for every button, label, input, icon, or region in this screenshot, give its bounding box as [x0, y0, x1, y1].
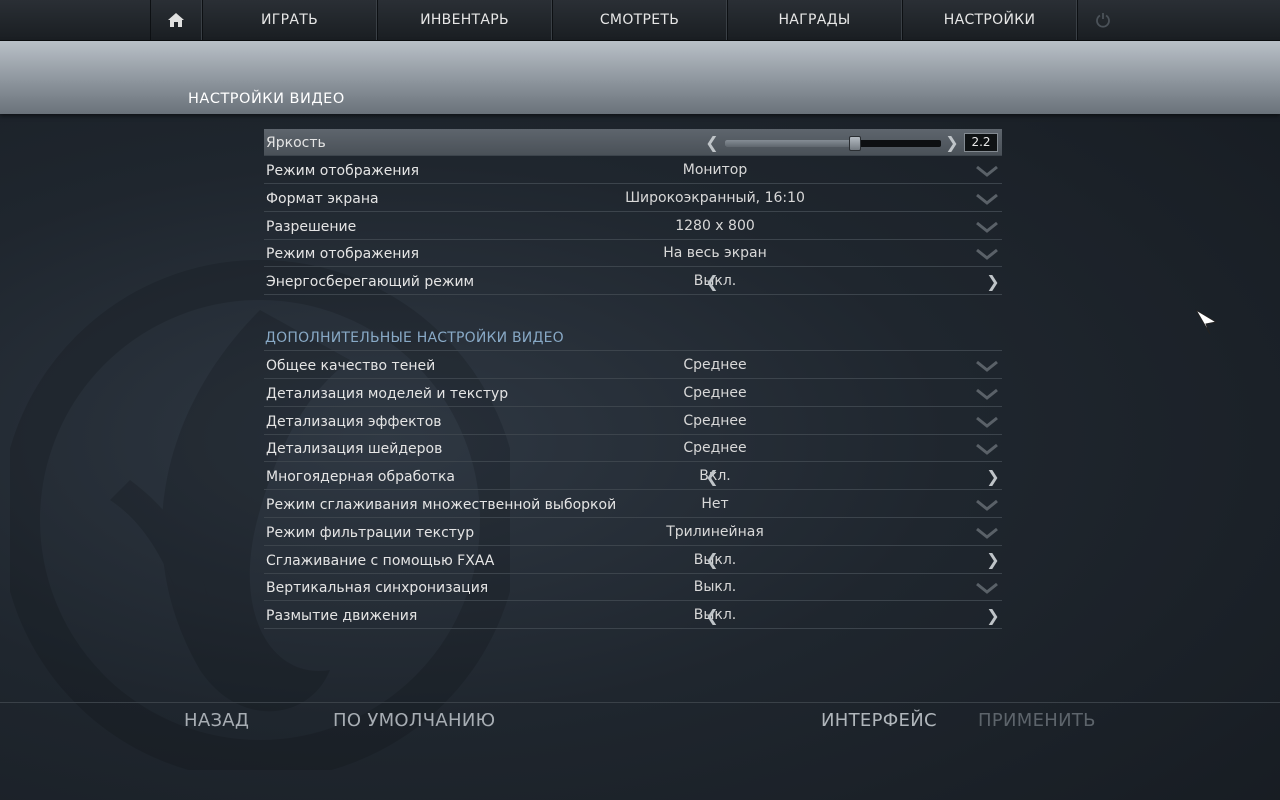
interface-button[interactable]: ИНТЕРФЕЙС: [821, 710, 937, 731]
chevron-right-icon[interactable]: ❯: [986, 550, 1000, 569]
advanced-setting-value: Трилинейная: [666, 523, 764, 540]
nav-power[interactable]: [1077, 0, 1127, 40]
advanced-setting-row[interactable]: Режим сглаживания множественной выборкой…: [264, 491, 1002, 518]
advanced-setting-label: Режим фильтрации текстур: [266, 524, 475, 541]
top-navigation: ИГРАТЬ ИНВЕНТАРЬ СМОТРЕТЬ НАГРАДЫ НАСТРО…: [0, 0, 1280, 41]
brightness-increase-arrow-icon[interactable]: ❯: [945, 133, 959, 152]
chevron-left-icon[interactable]: ❮: [705, 272, 719, 291]
advanced-setting-row[interactable]: Общее качество теней Среднее: [264, 352, 1002, 379]
advanced-setting-label: Размытие движения: [266, 608, 418, 625]
video-setting-value: 1280 x 800: [675, 217, 755, 234]
video-setting-value: Широкоэкранный, 16:10: [625, 189, 805, 206]
advanced-setting-label: Многоядерная обработка: [266, 469, 455, 486]
advanced-setting-row[interactable]: Детализация шейдеров Среднее: [264, 435, 1002, 463]
brightness-slider-fill: [725, 140, 855, 147]
nav-watch[interactable]: СМОТРЕТЬ: [552, 0, 727, 40]
advanced-setting-label: Детализация эффектов: [266, 413, 442, 430]
brightness-decrease-arrow-icon[interactable]: ❮: [705, 133, 719, 152]
chevron-left-icon[interactable]: ❮: [705, 606, 719, 625]
page-title: НАСТРОЙКИ ВИДЕО: [188, 91, 345, 107]
chevron-right-icon[interactable]: ❯: [986, 467, 1000, 486]
advanced-setting-label: Детализация моделей и текстур: [266, 385, 509, 402]
advanced-setting-label: Вертикальная синхронизация: [266, 580, 489, 597]
chevron-down-icon[interactable]: [976, 443, 998, 456]
advanced-setting-row[interactable]: Сглаживание с помощью FXAA Выкл. ❮ ❯: [264, 547, 1002, 574]
video-setting-row[interactable]: Режим отображения На весь экран: [264, 240, 1002, 268]
video-setting-label: Энергосберегающий режим: [266, 274, 475, 291]
nav-inventory[interactable]: ИНВЕНТАРЬ: [377, 0, 552, 40]
brightness-row[interactable]: Яркость ❮ ❯ 2.2: [264, 129, 1002, 156]
section-divider: [264, 350, 1002, 351]
nav-settings[interactable]: НАСТРОЙКИ: [902, 0, 1077, 40]
chevron-down-icon[interactable]: [976, 193, 998, 205]
brightness-value: 2.2: [964, 133, 998, 152]
brightness-slider-thumb[interactable]: [848, 136, 861, 151]
apply-button[interactable]: ПРИМЕНИТЬ: [978, 710, 1096, 731]
video-setting-value: Монитор: [682, 162, 748, 178]
nav-awards[interactable]: НАГРАДЫ: [727, 0, 902, 40]
advanced-setting-row[interactable]: Детализация моделей и текстур Среднее: [264, 380, 1002, 407]
defaults-button[interactable]: ПО УМОЛЧАНИЮ: [333, 710, 495, 731]
video-setting-label: Режим отображения: [266, 246, 420, 263]
video-setting-row[interactable]: Энергосберегающий режим Выкл. ❮ ❯: [264, 268, 1002, 296]
chevron-down-icon[interactable]: [976, 582, 998, 595]
advanced-setting-label: Режим сглаживания множественной выборкой: [266, 497, 617, 513]
chevron-right-icon[interactable]: ❯: [986, 606, 1000, 625]
footer-divider: [0, 702, 1280, 703]
chevron-right-icon[interactable]: ❯: [986, 272, 1000, 291]
brightness-label: Яркость: [266, 135, 326, 151]
advanced-section-title: ДОПОЛНИТЕЛЬНЫЕ НАСТРОЙКИ ВИДЕО: [265, 330, 564, 346]
advanced-setting-row[interactable]: Детализация эффектов Среднее: [264, 408, 1002, 435]
advanced-setting-value: Среднее: [683, 412, 747, 429]
advanced-setting-row[interactable]: Режим фильтрации текстур Трилинейная: [264, 519, 1002, 546]
nav-play[interactable]: ИГРАТЬ: [202, 0, 377, 40]
chevron-down-icon[interactable]: [976, 360, 998, 372]
chevron-down-icon[interactable]: [976, 527, 998, 539]
video-setting-value: На весь экран: [663, 245, 767, 262]
power-icon: [1095, 13, 1110, 28]
mouse-cursor-icon: [1195, 309, 1218, 335]
advanced-setting-row[interactable]: Многоядерная обработка Вкл. ❮ ❯: [264, 463, 1002, 491]
advanced-setting-value: Выкл.: [693, 579, 737, 596]
advanced-setting-value: Нет: [701, 496, 729, 512]
advanced-setting-label: Детализация шейдеров: [266, 441, 443, 458]
video-setting-row[interactable]: Режим отображения Монитор: [264, 157, 1002, 184]
advanced-setting-value: Среднее: [683, 357, 747, 373]
video-setting-row[interactable]: Разрешение 1280 x 800: [264, 213, 1002, 240]
chevron-down-icon[interactable]: [976, 499, 998, 511]
advanced-setting-value: Среднее: [683, 384, 747, 401]
advanced-setting-value: Среднее: [683, 440, 747, 457]
chevron-down-icon[interactable]: [976, 248, 998, 261]
video-setting-row[interactable]: Формат экрана Широкоэкранный, 16:10: [264, 185, 1002, 212]
advanced-setting-row[interactable]: Размытие движения Выкл. ❮ ❯: [264, 602, 1002, 630]
advanced-setting-label: Общее качество теней: [266, 358, 436, 374]
video-setting-label: Режим отображения: [266, 163, 420, 179]
video-setting-label: Формат экрана: [266, 190, 379, 207]
chevron-down-icon[interactable]: [976, 221, 998, 233]
nav-home[interactable]: [150, 0, 202, 40]
chevron-down-icon[interactable]: [976, 165, 998, 177]
video-setting-label: Разрешение: [266, 218, 357, 235]
chevron-down-icon[interactable]: [976, 388, 998, 400]
home-icon: [168, 13, 184, 27]
chevron-left-icon[interactable]: ❮: [705, 467, 719, 486]
chevron-down-icon[interactable]: [976, 416, 998, 428]
advanced-setting-row[interactable]: Вертикальная синхронизация Выкл.: [264, 574, 1002, 602]
advanced-setting-label: Сглаживание с помощью FXAA: [266, 552, 495, 569]
back-button[interactable]: НАЗАД: [184, 710, 249, 731]
chevron-left-icon[interactable]: ❮: [705, 550, 719, 569]
brightness-slider[interactable]: [725, 136, 941, 151]
